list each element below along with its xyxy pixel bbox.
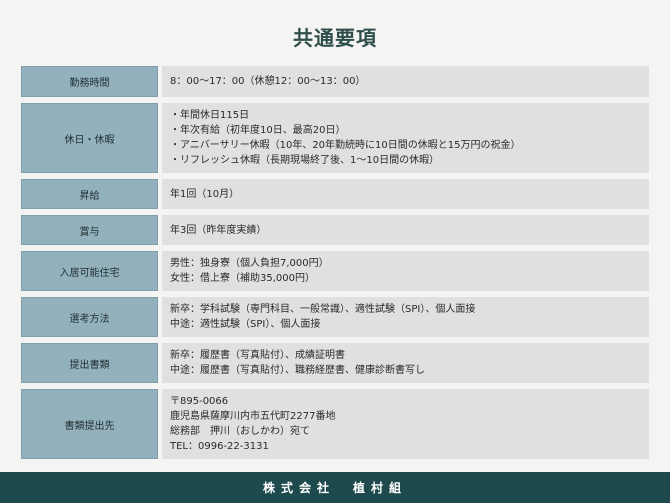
row-value: 8：00〜17：00（休憩12：00〜13：00） xyxy=(162,66,649,97)
value-line: 8：00〜17：00（休憩12：00〜13：00） xyxy=(170,76,366,87)
value-line: 新卒：履歴書（写真貼付）、成績証明書 xyxy=(170,350,345,361)
value-line: ・アニバーサリー休暇（10年、20年勤続時に10日間の休暇と15万円の祝金） xyxy=(170,140,521,151)
row-selection-method: 選考方法 新卒：学科試験（専門科目、一般常識）、適性試験（SPI）、個人面接 中… xyxy=(21,297,649,337)
value-line: 鹿児島県薩摩川内市五代町2277番地 xyxy=(170,411,336,422)
row-salary-raise: 昇給 年1回（10月） xyxy=(21,179,649,209)
row-value: ・年間休日115日 ・年次有給（初年度10日、最高20日） ・アニバーサリー休暇… xyxy=(162,103,649,173)
row-label: 選考方法 xyxy=(21,297,158,337)
info-table: 勤務時間 8：00〜17：00（休憩12：00〜13：00） 休日・休暇 ・年間… xyxy=(21,66,649,465)
row-housing: 入居可能住宅 男性：独身寮（個人負担7,000円） 女性：借上寮（補助35,00… xyxy=(21,251,649,291)
value-line: 年3回（昨年度実績） xyxy=(170,224,267,236)
value-line: ・年間休日115日 xyxy=(170,110,250,121)
value-line: ・年次有給（初年度10日、最高20日） xyxy=(170,125,346,136)
row-value: 年1回（10月） xyxy=(162,179,649,209)
value-line: 男性：独身寮（個人負担7,000円） xyxy=(170,258,329,269)
value-line: 新卒：学科試験（専門科目、一般常識）、適性試験（SPI）、個人面接 xyxy=(170,304,476,315)
row-holidays: 休日・休暇 ・年間休日115日 ・年次有給（初年度10日、最高20日） ・アニバ… xyxy=(21,103,649,173)
row-label: 入居可能住宅 xyxy=(21,251,158,291)
row-value: 年3回（昨年度実績） xyxy=(162,215,649,245)
row-bonus: 賞与 年3回（昨年度実績） xyxy=(21,215,649,245)
row-label: 昇給 xyxy=(21,179,158,209)
row-value: 新卒：履歴書（写真貼付）、成績証明書 中途：履歴書（写真貼付）、職務経歴書、健康… xyxy=(162,343,649,383)
row-label: 提出書類 xyxy=(21,343,158,383)
value-line: ・リフレッシュ休暇（長期現場終了後、1〜10日間の休暇） xyxy=(170,155,440,166)
value-line: TEL：0996-22-3131 xyxy=(170,441,269,452)
row-working-hours: 勤務時間 8：00〜17：00（休憩12：00〜13：00） xyxy=(21,66,649,97)
row-value: 男性：独身寮（個人負担7,000円） 女性：借上寮（補助35,000円） xyxy=(162,251,649,291)
row-documents: 提出書類 新卒：履歴書（写真貼付）、成績証明書 中途：履歴書（写真貼付）、職務経… xyxy=(21,343,649,383)
value-line: 女性：借上寮（補助35,000円） xyxy=(170,273,315,284)
row-label: 休日・休暇 xyxy=(21,103,158,173)
page-title: 共通要項 xyxy=(293,26,377,50)
row-submission-address: 書類提出先 〒895-0066 鹿児島県薩摩川内市五代町2277番地 総務部 押… xyxy=(21,389,649,459)
value-line: 年1回（10月） xyxy=(170,188,240,200)
footer-company-name: 株式会社 植村組 xyxy=(0,472,670,503)
row-value: 〒895-0066 鹿児島県薩摩川内市五代町2277番地 総務部 押川（おしかわ… xyxy=(162,389,649,459)
value-line: 中途：適性試験（SPI）、個人面接 xyxy=(170,319,321,330)
row-label: 書類提出先 xyxy=(21,389,158,459)
value-line: 総務部 押川（おしかわ）宛て xyxy=(170,426,310,437)
value-line: 中途：履歴書（写真貼付）、職務経歴書、健康診断書写し xyxy=(170,365,425,376)
value-line: 〒895-0066 xyxy=(170,396,229,407)
row-label: 賞与 xyxy=(21,215,158,245)
row-label: 勤務時間 xyxy=(21,66,158,97)
row-value: 新卒：学科試験（専門科目、一般常識）、適性試験（SPI）、個人面接 中途：適性試… xyxy=(162,297,649,337)
